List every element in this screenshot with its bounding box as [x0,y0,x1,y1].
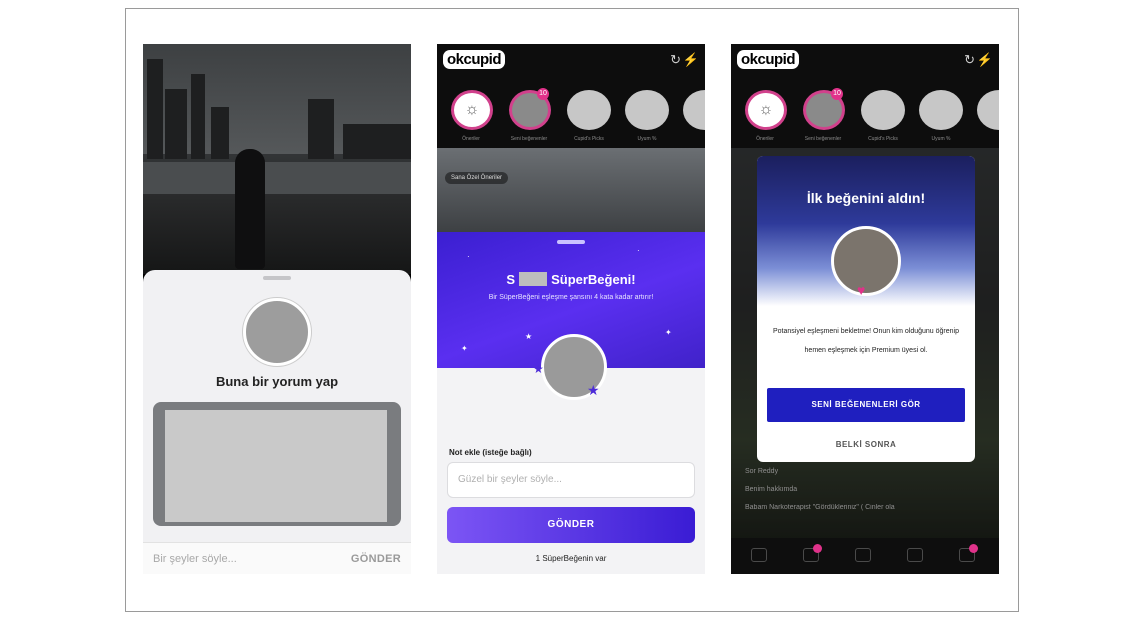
stories-row: ☼ 10 Öneriler Seni beğenenler Cupid's Pi… [437,78,705,148]
sheet-handle[interactable] [263,276,291,280]
okcupid-logo: okcupid [737,50,800,69]
story-label: Cupid's Picks [574,136,604,142]
likes-count-badge: 10 [831,88,843,100]
comment-sheet: Buna bir yorum yap Bir şeyler söyle... G… [143,270,411,574]
first-like-modal: İlk beğenini aldın! ♥ Potansiyel eşleşme… [757,156,975,462]
story-label: Uyum % [931,136,951,142]
story-label: Seni beğenenler [510,136,548,142]
notification-dot [813,544,822,553]
refresh-icon[interactable]: ↻ [964,52,975,68]
nav-messages-icon[interactable] [855,548,871,562]
superlike-title: S SüperBeğeni! [506,272,636,287]
superlike-subtitle: Bir SüperBeğeni eşleşme şansını 4 kata k… [488,294,654,301]
background-text: Sor Reddy [745,468,779,475]
likes-count-badge: 10 [537,88,549,100]
phone-screen-comment: Buna bir yorum yap Bir şeyler söyle... G… [143,44,411,574]
app-topbar: okcupid ↻ ⚡ [437,44,705,78]
background-text: Babam Narkoterapist "Gördükleriniz" ( Ci… [745,504,895,511]
star-icon: ★ [533,362,544,376]
nav-discover-icon[interactable] [751,548,767,562]
story-cupids-picks[interactable] [861,90,905,130]
story-more[interactable] [977,90,999,130]
story-cupids-picks[interactable] [567,90,611,130]
sun-icon: ☼ [464,101,480,118]
superlike-star-icon: ★ [587,382,600,398]
person-silhouette [235,149,265,269]
okcupid-logo: okcupid [443,50,506,69]
comment-title: Buna bir yorum yap [215,374,339,389]
story-suggestions[interactable]: ☼ [451,90,493,130]
story-more[interactable] [683,90,705,130]
note-label: Not ekle (isteğe bağlı) [449,448,532,457]
notification-dot [969,544,978,553]
phone-screen-superlike: okcupid ↻ ⚡ ☼ 10 Öneriler Seni beğenenle… [437,44,705,574]
bolt-icon[interactable]: ⚡ [977,52,993,68]
send-button[interactable]: GÖNDER [447,507,695,543]
profile-preview [437,148,705,238]
bolt-icon[interactable]: ⚡ [683,52,699,68]
bottom-nav [731,538,999,574]
nav-profile-icon[interactable] [907,548,923,562]
profile-photo [143,44,411,274]
story-label: Öneriler [756,136,774,142]
photo-card [153,402,401,526]
story-label: Uyum % [637,136,657,142]
story-label: Seni beğenenler [804,136,842,142]
sun-icon: ☼ [758,101,774,118]
app-topbar: okcupid ↻ ⚡ [731,44,999,78]
modal-title: İlk beğenini aldın! [806,190,926,206]
see-likes-button[interactable]: SENİ BEĞENENLERİ GÖR [767,388,965,422]
modal-header: İlk beğenini aldın! ♥ [757,156,975,306]
note-placeholder: Güzel bir şeyler söyle... [458,474,562,485]
story-label: Öneriler [462,136,480,142]
phone-screen-first-like: okcupid ↻ ⚡ ☼ 10 Öneriler Seni beğenenle… [731,44,999,574]
comment-input-bar: Bir şeyler söyle... GÖNDER [143,542,411,574]
sheet-handle[interactable] [557,240,585,244]
avatar [243,298,311,366]
refresh-icon[interactable]: ↻ [670,52,681,68]
story-match-percent[interactable] [919,90,963,130]
note-input[interactable]: Güzel bir şeyler söyle... [447,462,695,498]
superlike-count: 1 SüperBeğenin var [535,554,607,563]
story-label: Cupid's Picks [868,136,898,142]
modal-body: Potansiyel eşleşmeni bekletme! Onun kim … [773,328,959,354]
maybe-later-button[interactable]: BELKİ SONRA [757,440,975,449]
heart-icon: ♥ [857,282,866,298]
send-button[interactable]: GÖNDER [351,553,401,565]
stories-row: ☼ 10 Öneriler Seni beğenenler Cupid's Pi… [731,78,999,148]
suggestions-pill[interactable]: Sana Özel Öneriler [445,172,509,184]
story-suggestions[interactable]: ☼ [745,90,787,130]
avatar [831,226,901,296]
story-match-percent[interactable] [625,90,669,130]
background-text: Benim hakkımda [745,486,798,493]
comment-input[interactable]: Bir şeyler söyle... [153,553,237,565]
